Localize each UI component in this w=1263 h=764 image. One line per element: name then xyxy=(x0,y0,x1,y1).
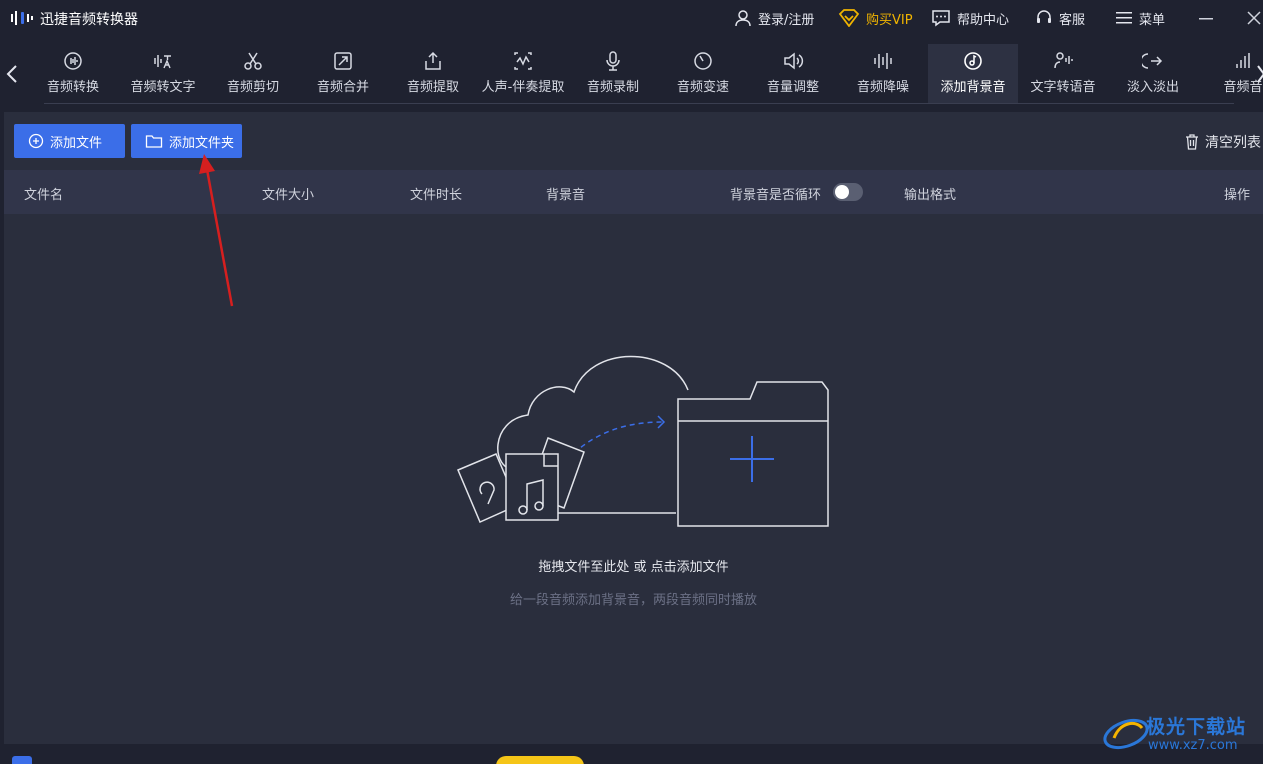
headset-icon xyxy=(1037,10,1051,23)
column-output-format: 输出格式 xyxy=(904,188,957,203)
main-panel: 添加文件 添加文件夹 清空列表 文件名 文件大小 文件时长 背景音 背景音是否循… xyxy=(4,112,1263,744)
tab-speech-to-text[interactable]: 音频转文字 xyxy=(118,44,208,104)
user-icon xyxy=(735,10,751,27)
bottom-info-icon xyxy=(12,756,32,764)
tab-add-background-music[interactable]: 添加背景音 xyxy=(928,44,1018,104)
tool-label: 音频转换 xyxy=(46,80,99,95)
bottom-bar xyxy=(0,744,1263,764)
bars-icon xyxy=(1236,53,1250,68)
app-title: 迅捷音频转换器 xyxy=(40,12,138,28)
drop-subhint: 给一段音频添加背景音，两段音频同时播放 xyxy=(509,593,757,608)
tab-audio-convert[interactable]: 音频转换 xyxy=(28,44,118,104)
tool-label: 音频降噪 xyxy=(856,80,909,95)
extract-icon xyxy=(425,51,441,70)
menu-button[interactable]: 菜单 xyxy=(1115,8,1165,28)
annotation-arrow-icon xyxy=(199,154,234,307)
trash-icon xyxy=(1186,134,1198,150)
chat-icon xyxy=(932,10,950,27)
bottom-action-button[interactable] xyxy=(496,756,584,764)
speed-icon xyxy=(694,52,712,70)
chevron-left-icon[interactable] xyxy=(4,64,20,84)
vip-label: 购买VIP xyxy=(866,12,913,28)
folder-icon xyxy=(145,135,163,148)
add-folder-label: 添加文件夹 xyxy=(169,135,235,151)
app-logo-icon xyxy=(11,11,33,25)
toggle-knob xyxy=(835,185,849,199)
tool-label: 音频变速 xyxy=(676,80,729,95)
drop-hint: 拖拽文件至此处 或 点击添加文件 xyxy=(538,560,729,575)
volume-icon xyxy=(784,52,804,70)
plus-circle-icon xyxy=(28,133,44,149)
fade-icon xyxy=(1142,53,1163,69)
vip-diamond-icon xyxy=(838,9,860,27)
toolbar-divider xyxy=(44,103,1234,104)
text-to-speech-icon xyxy=(1054,52,1073,69)
tool-tabs-bar: 音频转换 音频转文字 音频剪切 音频合并 音频提取 人声-伴奏提取 音频录制 音… xyxy=(0,36,1263,104)
customer-service-button[interactable]: 客服 xyxy=(1035,8,1085,28)
column-operation: 操作 xyxy=(1224,188,1251,203)
column-background-music: 背景音 xyxy=(546,188,586,203)
title-bar: 迅捷音频转换器 登录/注册 购买VIP 帮助中心 客服 菜单 xyxy=(0,0,1263,36)
tool-tabs: 音频转换 音频转文字 音频剪切 音频合并 音频提取 人声-伴奏提取 音频录制 音… xyxy=(28,44,1263,104)
tool-label: 音频录制 xyxy=(586,80,639,95)
buy-vip-button[interactable]: 购买VIP xyxy=(838,8,913,28)
tab-vocal-separate[interactable]: 人声-伴奏提取 xyxy=(478,44,568,104)
watermark-name: 极光下载站 xyxy=(1146,716,1247,738)
tab-audio-record[interactable]: 音频录制 xyxy=(568,44,658,104)
tab-text-to-speech[interactable]: 文字转语音 xyxy=(1018,44,1108,104)
vocal-separate-icon xyxy=(514,52,532,70)
tab-audio-extract[interactable]: 音频提取 xyxy=(388,44,478,104)
denoise-icon xyxy=(874,53,892,69)
minimize-icon[interactable] xyxy=(1196,8,1216,28)
tab-denoise[interactable]: 音频降噪 xyxy=(838,44,928,104)
empty-drop-illustration[interactable] xyxy=(450,350,836,540)
tool-label: 添加背景音 xyxy=(940,80,1006,95)
microphone-icon xyxy=(606,51,620,71)
column-file-size: 文件大小 xyxy=(262,188,315,203)
login-button[interactable]: 登录/注册 xyxy=(734,8,814,28)
loop-toggle[interactable] xyxy=(833,183,863,201)
help-label: 帮助中心 xyxy=(957,12,1010,28)
tab-volume-adjust[interactable]: 音量调整 xyxy=(748,44,838,104)
add-file-label: 添加文件 xyxy=(50,135,103,151)
tool-label: 音量调整 xyxy=(766,80,819,95)
column-file-name: 文件名 xyxy=(24,188,64,203)
audio-convert-icon xyxy=(64,52,82,70)
tab-audio-cut[interactable]: 音频剪切 xyxy=(208,44,298,104)
service-label: 客服 xyxy=(1059,12,1086,28)
tool-label: 音频转文字 xyxy=(130,80,196,95)
watermark-url: www.xz7.com xyxy=(1148,738,1238,753)
login-label: 登录/注册 xyxy=(758,12,815,28)
tab-audio-merge[interactable]: 音频合并 xyxy=(298,44,388,104)
close-icon[interactable] xyxy=(1244,8,1263,28)
tool-label: 淡入淡出 xyxy=(1126,80,1179,95)
tool-label: 音频合并 xyxy=(316,80,369,95)
clear-list-button[interactable]: 清空列表 xyxy=(1184,132,1261,152)
tab-fade-in-out[interactable]: 淡入淡出 xyxy=(1108,44,1198,104)
clear-list-label: 清空列表 xyxy=(1205,135,1261,151)
scissors-icon xyxy=(244,52,262,70)
tool-label: 音频提取 xyxy=(406,80,459,95)
tool-label: 音频剪切 xyxy=(226,80,279,95)
file-table-header: 文件名 文件大小 文件时长 背景音 背景音是否循环 输出格式 操作 xyxy=(4,170,1263,214)
speech-to-text-icon xyxy=(154,55,171,69)
help-center-button[interactable]: 帮助中心 xyxy=(931,8,1009,28)
column-file-duration: 文件时长 xyxy=(410,188,463,203)
add-file-button[interactable]: 添加文件 xyxy=(14,124,125,158)
menu-label: 菜单 xyxy=(1139,12,1166,28)
music-disc-icon xyxy=(964,52,982,70)
tool-label: 人声-伴奏提取 xyxy=(481,80,565,95)
tab-audio-more[interactable]: 音频音 xyxy=(1198,44,1263,104)
merge-icon xyxy=(334,52,352,70)
hamburger-menu-icon xyxy=(1116,12,1132,24)
column-background-loop: 背景音是否循环 xyxy=(730,188,822,203)
tab-audio-speed[interactable]: 音频变速 xyxy=(658,44,748,104)
tool-label: 文字转语音 xyxy=(1030,80,1096,95)
chevron-right-icon[interactable] xyxy=(1256,64,1263,84)
